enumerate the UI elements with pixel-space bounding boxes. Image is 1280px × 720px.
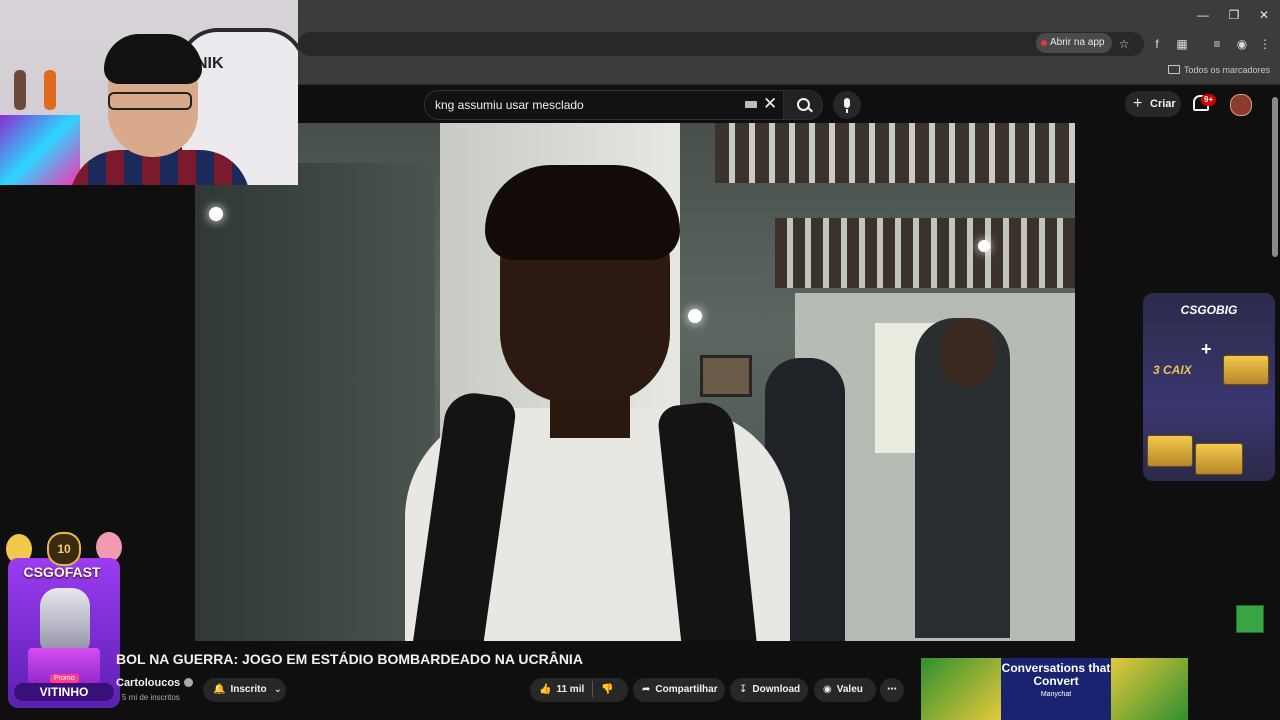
streamer-glasses	[108, 92, 192, 110]
open-in-app-label: Abrir na app	[1050, 37, 1105, 48]
promo-code: VITINHO	[14, 683, 114, 701]
video-scene-ceiling-far	[775, 218, 1075, 288]
share-button[interactable]: ➦ Compartilhar	[633, 678, 725, 702]
clear-search-icon[interactable]: ✕	[763, 95, 777, 113]
csgobig-promo-overlay: CSGOBIG + 3 CAIX	[1143, 293, 1275, 481]
search-icon	[797, 98, 810, 111]
ad-headline: Conversations that Convert	[1001, 661, 1111, 688]
microphone-icon	[844, 98, 850, 113]
promo-tag: Promo	[50, 674, 79, 683]
voice-search-button[interactable]	[833, 91, 861, 119]
divider	[592, 681, 594, 698]
verified-icon	[184, 678, 194, 687]
minimize-icon[interactable]: —	[1194, 6, 1212, 24]
bookmark-star-icon[interactable]: ☆	[1115, 35, 1133, 53]
promo-brand: CSGOBIG	[1180, 303, 1238, 317]
media-controls-icon[interactable]: ≡	[1208, 35, 1226, 53]
folder-icon	[1167, 65, 1180, 74]
chevron-down-icon: ⌄	[273, 684, 282, 695]
like-icon[interactable]: 👍	[539, 678, 551, 702]
ad-image	[1111, 658, 1188, 720]
dislike-icon[interactable]: 👎	[601, 678, 613, 702]
video-background-person-head	[940, 318, 995, 388]
csgofast-promo-overlay: 10 CSGOFAST Promo VITINHO	[0, 528, 124, 720]
anniversary-badge: 10	[47, 532, 81, 566]
super-thanks-icon: ◉	[823, 684, 832, 695]
browser-menu-icon[interactable]: ⋮	[1256, 35, 1274, 53]
account-avatar[interactable]	[1230, 94, 1252, 116]
subscribed-button[interactable]: 🔔 Inscrito ⌄	[203, 678, 286, 702]
download-icon: ↧	[739, 684, 748, 695]
bell-icon: 🔔	[213, 684, 226, 695]
share-label: Compartilhar	[655, 684, 718, 695]
share-icon: ➦	[642, 684, 651, 695]
address-bar[interactable]	[298, 32, 1144, 56]
channel-name[interactable]: Cartoloucos	[116, 677, 194, 689]
create-label: Criar	[1150, 98, 1176, 110]
more-actions-button[interactable]: ⋯	[880, 678, 904, 702]
promo-text: 3 CAIX	[1153, 363, 1192, 377]
video-scene-light	[209, 207, 223, 221]
create-button[interactable]: + Criar	[1125, 91, 1181, 117]
chest-icon	[1147, 435, 1193, 467]
ad-brand: Manychat	[1040, 691, 1072, 698]
page-scrollbar[interactable]	[1272, 97, 1278, 257]
restore-icon[interactable]: ❐	[1225, 6, 1243, 24]
collectible-figure	[14, 70, 26, 110]
close-icon[interactable]: ✕	[1255, 6, 1273, 24]
ad-image	[921, 658, 1001, 720]
collectible-figure	[44, 70, 56, 110]
like-count[interactable]: 11 mil	[556, 684, 584, 695]
open-in-app-button[interactable]: Abrir na app	[1036, 33, 1113, 53]
streamer-hair	[104, 34, 202, 84]
app-icon	[1041, 40, 1047, 46]
channel-name-label: Cartoloucos	[116, 677, 181, 689]
chest-icon	[1195, 443, 1243, 475]
sidebar-ad-banner[interactable]: Conversations that Convert Manychat	[921, 658, 1188, 720]
download-button[interactable]: ↧ Download	[730, 678, 808, 702]
subscribed-label: Inscrito	[230, 684, 267, 695]
extensions-puzzle-icon[interactable]: ▦	[1173, 35, 1191, 53]
video-main-person	[385, 143, 790, 641]
all-bookmarks-button[interactable]: Todos os marcadores	[1167, 63, 1270, 77]
webcam-shelf-lights	[0, 115, 80, 185]
subscriber-count: 5 mi de inscritos	[122, 693, 180, 702]
video-scene-light	[978, 240, 990, 252]
thanks-button[interactable]: ◉ Valeu	[814, 678, 876, 702]
video-title: BOL NA GUERRA: JOGO EM ESTÁDIO BOMBARDEA…	[116, 651, 583, 667]
extension-f-icon[interactable]: f	[1148, 35, 1166, 53]
search-query-text: kng assumiu usar mesclado	[435, 98, 584, 112]
keyboard-icon[interactable]	[745, 101, 757, 108]
video-player[interactable]	[195, 123, 1075, 641]
thanks-label: Valeu	[836, 684, 863, 695]
plus-icon: +	[1133, 95, 1143, 112]
plus-icon: +	[1201, 339, 1212, 359]
search-button[interactable]	[783, 90, 823, 120]
webcam-overlay: NIK	[0, 0, 298, 185]
like-dislike-group: 👍 11 mil 👎	[530, 678, 628, 702]
promo-brand: CSGOFAST	[23, 564, 101, 580]
chest-icon	[1223, 355, 1269, 385]
person-hair	[485, 165, 680, 260]
notifications-badge: 9+	[1201, 94, 1217, 106]
download-label: Download	[752, 684, 801, 695]
chat-widget-icon[interactable]	[1236, 605, 1264, 633]
more-icon: ⋯	[887, 684, 897, 695]
profile-icon[interactable]: ◉	[1233, 35, 1251, 53]
all-bookmarks-label: Todos os marcadores	[1183, 65, 1270, 75]
search-input[interactable]: kng assumiu usar mesclado ✕	[424, 90, 784, 120]
